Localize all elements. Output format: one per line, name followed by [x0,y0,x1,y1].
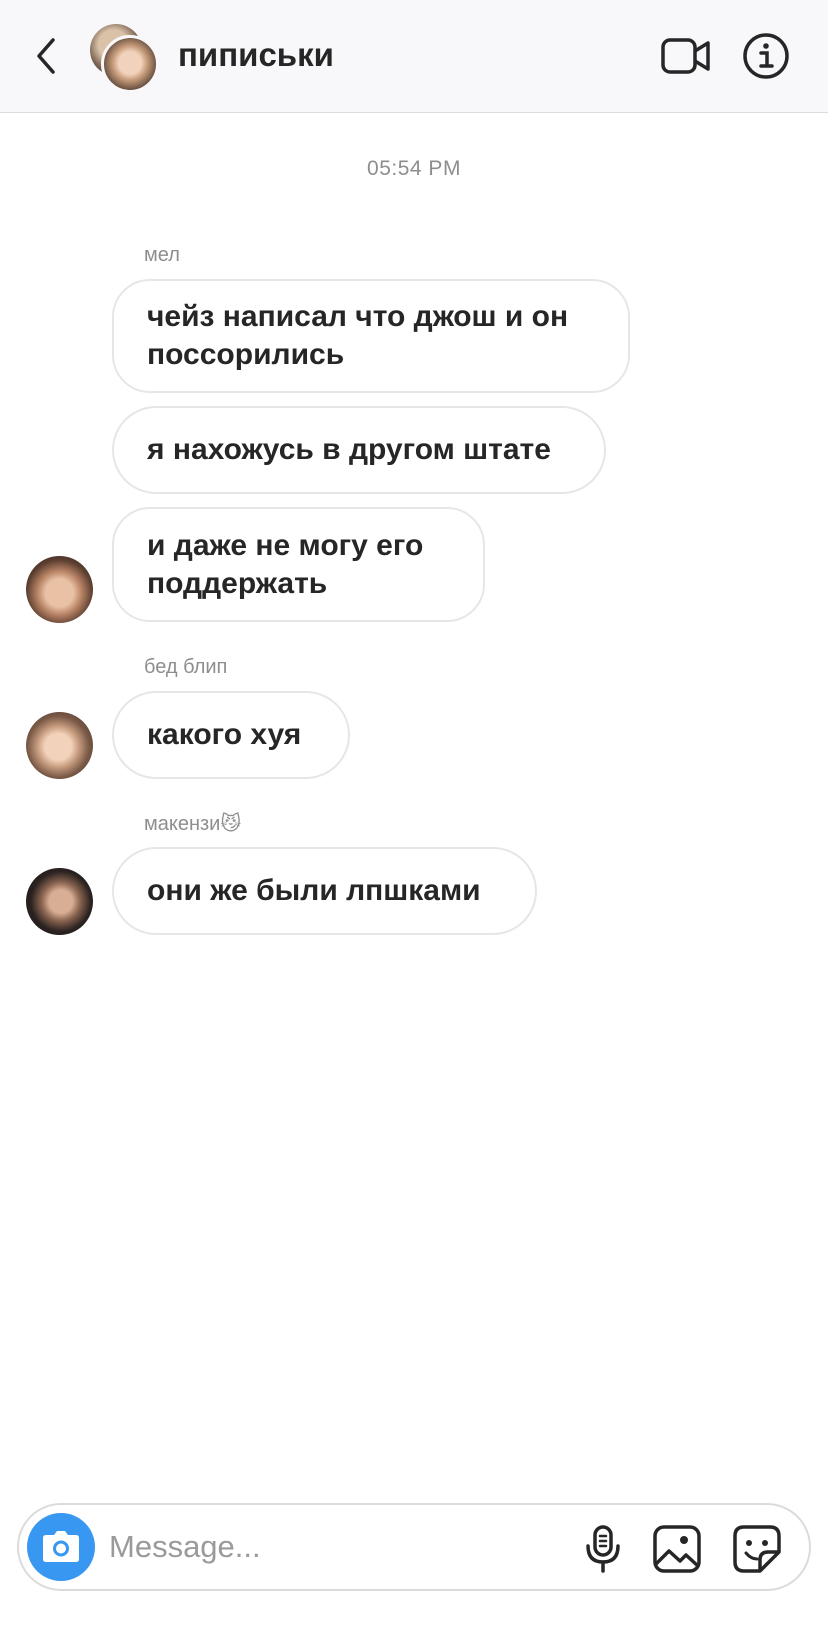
message-timestamp: 05:54 PM [367,157,461,180]
image-icon [653,1525,701,1573]
message-bubble[interactable]: чейз написал что джош и он поссорились [112,279,630,393]
message-input[interactable] [109,1519,529,1575]
chevron-left-icon [37,38,55,74]
sender-name: мел [144,244,180,266]
chat-header: пиписьки [0,0,828,113]
message-text: какого хуя [147,718,302,751]
message-text: и даже не могу его поддержать [147,528,424,600]
message-bubble[interactable]: какого хуя [112,691,350,779]
avatar[interactable] [26,868,93,935]
chat-title[interactable]: пиписьки [178,34,334,76]
message-text: я нахожусь в другом штате [147,433,551,466]
voice-message-button[interactable] [579,1523,627,1575]
sticker-button[interactable] [731,1523,783,1575]
sender-name: бед блип [144,656,228,678]
camera-icon [43,1531,79,1562]
info-icon [743,33,789,79]
message-composer [17,1503,811,1591]
camera-button[interactable] [27,1513,95,1581]
video-call-button[interactable] [660,34,712,78]
avatar[interactable] [26,556,93,623]
message-bubble[interactable]: они же были лпшками [112,847,537,935]
message-bubble[interactable]: я нахожусь в другом штате [112,406,606,494]
avatar[interactable] [26,712,93,779]
video-camera-icon [661,38,710,74]
sticker-icon [733,1525,781,1573]
message-bubble[interactable]: и даже не могу его поддержать [112,507,485,622]
back-button[interactable] [26,30,66,82]
message-text: чейз написал что джош и он поссорились [147,300,569,371]
avatar [101,35,159,93]
message-text: они же были лпшками [147,874,481,907]
gallery-button[interactable] [651,1523,703,1575]
microphone-icon [586,1525,620,1573]
info-button[interactable] [741,31,791,81]
sender-name: макензи😼 [144,813,242,835]
group-avatar[interactable] [90,22,160,93]
